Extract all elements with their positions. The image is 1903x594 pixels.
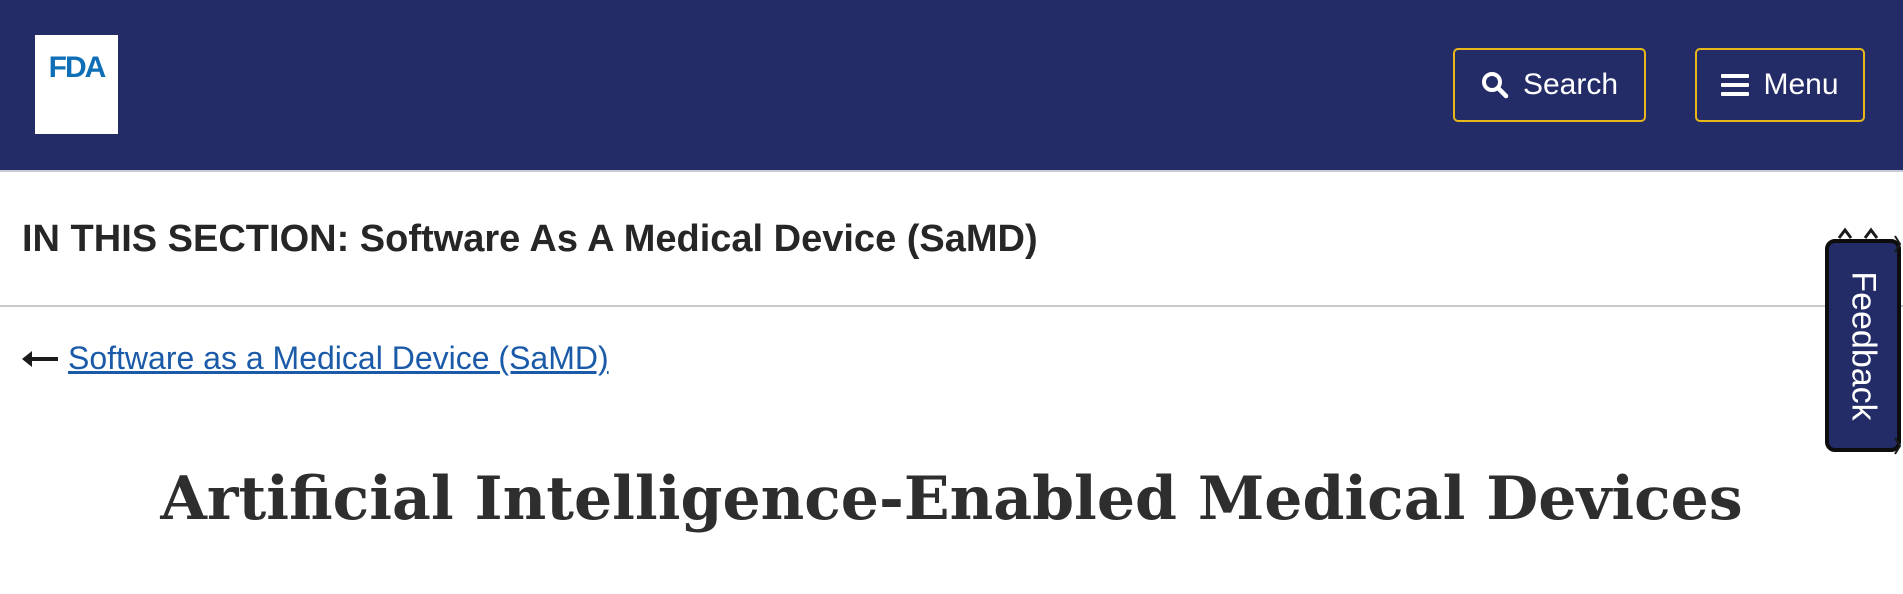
parent-section-link[interactable]: Software as a Medical Device (SaMD) [68,340,609,377]
section-title: IN THIS SECTION: Software As A Medical D… [22,218,1038,260]
site-header: FDA Search Menu [0,0,1903,172]
fda-logo[interactable]: FDA [35,35,118,134]
hamburger-icon [1721,73,1750,97]
arrow-left-icon [22,349,58,369]
search-button-label: Search [1522,68,1619,101]
edge-chevron-icon [1894,235,1902,455]
breadcrumb: Software as a Medical Device (SaMD) [22,340,609,377]
logo-text: FDA [48,51,107,84]
feedback-label: Feedback [1844,270,1883,421]
feedback-collapse-icon[interactable] [1835,226,1883,240]
section-bar: IN THIS SECTION: Software As A Medical D… [0,172,1903,307]
menu-button[interactable]: Menu [1695,48,1865,122]
page-title: Artificial Intelligence-Enabled Medical … [160,464,1743,534]
search-icon [1481,71,1509,99]
menu-button-label: Menu [1763,68,1839,101]
search-button[interactable]: Search [1453,48,1646,122]
feedback-tab[interactable]: Feedback [1825,239,1901,452]
